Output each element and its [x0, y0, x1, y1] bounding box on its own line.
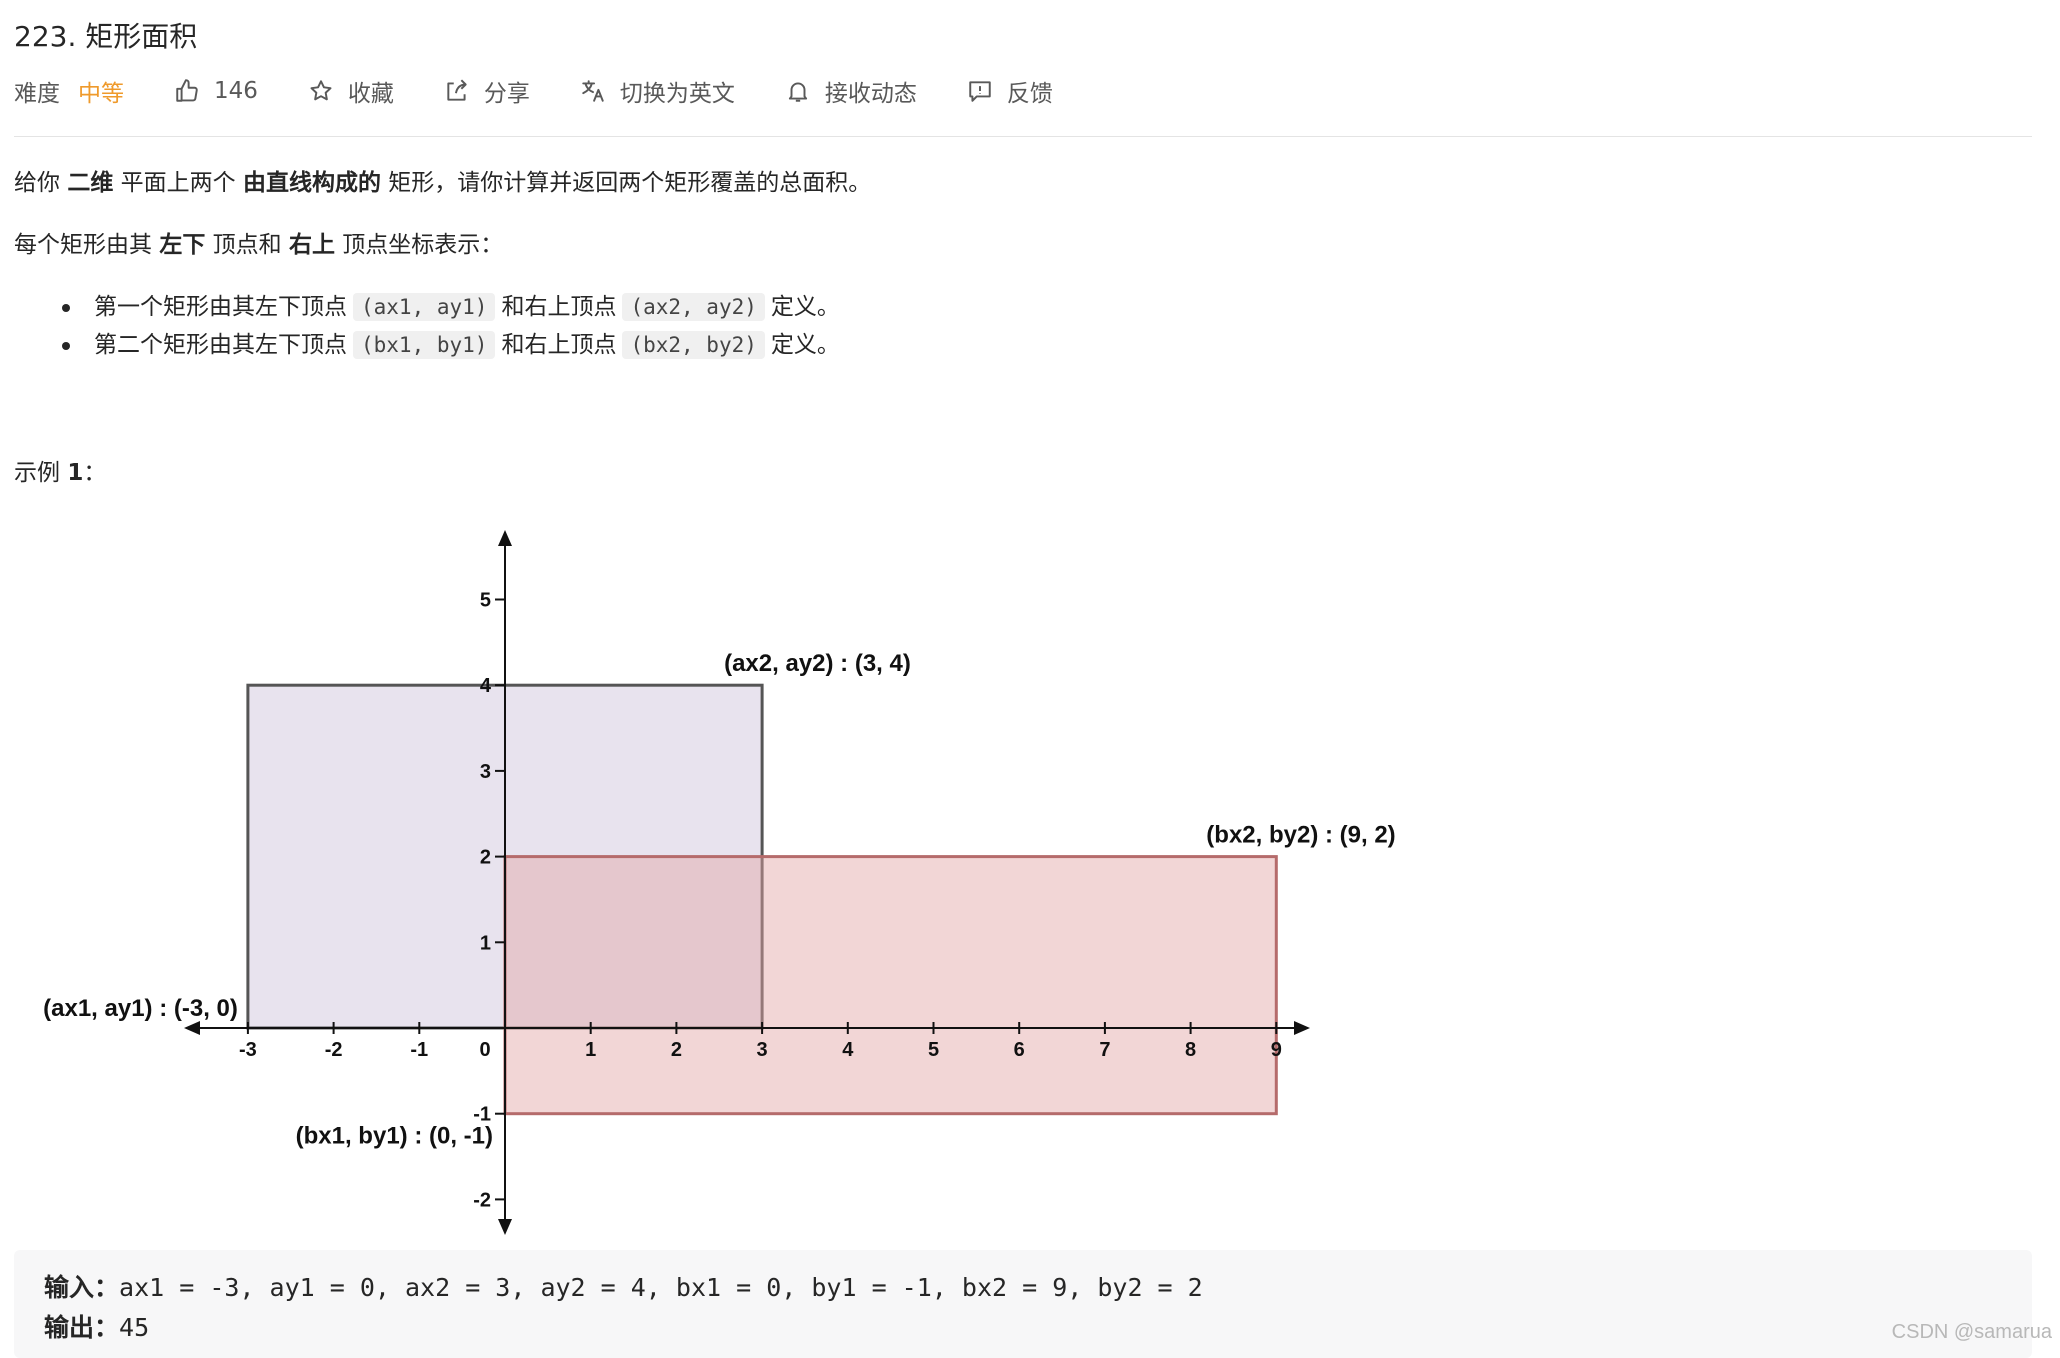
x-tick-label: 2: [671, 1039, 682, 1061]
text: 矩形，请你计算并返回两个矩形覆盖的总面积。: [380, 170, 872, 196]
y-axis-arrow-up: [498, 530, 512, 546]
y-tick-label: 4: [480, 675, 492, 697]
input-value: ax1 = -3, ay1 = 0, ax2 = 3, ay2 = 4, bx1…: [119, 1273, 1203, 1302]
inline-code: (bx2, by2): [622, 331, 765, 359]
example-io-block: 输入：ax1 = -3, ay1 = 0, ax2 = 3, ay2 = 4, …: [14, 1250, 2032, 1358]
inline-code: (bx1, by1): [353, 331, 496, 359]
x-tick-label: 3: [757, 1039, 768, 1061]
like-button[interactable]: 146: [174, 78, 258, 104]
x-tick-label: 8: [1185, 1039, 1196, 1061]
point-label-b2: (bx2, by2) : (9, 2): [1206, 822, 1395, 849]
text: 第一个矩形由其左下顶点: [94, 294, 347, 320]
difficulty-label: 难度: [14, 81, 60, 107]
y-tick-label: 3: [480, 761, 491, 783]
bell-icon: [788, 82, 808, 102]
thumbs-up-icon: [176, 79, 198, 102]
x-tick-label: 7: [1099, 1039, 1110, 1061]
subscribe-label: 接收动态: [824, 81, 917, 107]
star-icon: [310, 80, 332, 101]
feedback-button[interactable]: 反馈: [967, 74, 1053, 108]
collect-button[interactable]: 收藏: [308, 74, 394, 108]
example-title: 示例 1：: [14, 456, 106, 490]
share-button[interactable]: 分享: [444, 74, 530, 108]
y-tick-label: 2: [480, 847, 491, 869]
feedback-label: 反馈: [1006, 81, 1053, 107]
bold-text: 右上: [288, 232, 335, 258]
like-count: 146: [214, 78, 258, 104]
text: 平面上两个: [113, 170, 243, 196]
text: 定义。: [770, 294, 840, 320]
bold-text: 由直线构成的: [242, 170, 381, 196]
x-tick-label: 6: [1014, 1039, 1025, 1061]
x-tick-label: 4: [842, 1039, 854, 1061]
text: ：: [83, 460, 107, 486]
input-label: 输入：: [44, 1273, 120, 1302]
text: 给你: [14, 170, 68, 196]
text: 每个矩形由其: [14, 232, 160, 258]
output-value: 45: [119, 1313, 150, 1342]
problem-title: 223. 矩形面积: [14, 20, 198, 53]
subscribe-button[interactable]: 接收动态: [785, 74, 917, 108]
point-label-b1: (bx1, by1) : (0, -1): [296, 1123, 493, 1150]
difficulty-badge: 中等: [78, 81, 124, 107]
x-tick-label: -3: [239, 1039, 257, 1061]
rectangle-b: [503, 855, 1278, 1116]
bold-text: 左下: [159, 232, 206, 258]
text: 和右上顶点: [501, 332, 617, 358]
text: 定义。: [770, 332, 840, 358]
x-tick-label: 0: [479, 1039, 490, 1061]
example-number: 1: [67, 460, 84, 486]
text: 示例: [14, 460, 68, 486]
bold-text: 二维: [67, 170, 114, 196]
x-axis-arrow-right: [1294, 1021, 1310, 1035]
text: 和右上顶点: [501, 294, 617, 320]
text: 顶点坐标表示：: [334, 232, 504, 258]
y-axis-arrow-down: [498, 1219, 512, 1235]
translate-icon: [582, 80, 604, 102]
collect-label: 收藏: [347, 81, 394, 107]
switch-language-button[interactable]: 切换为英文: [580, 74, 735, 108]
x-tick-label: -2: [325, 1039, 343, 1061]
inline-code: (ax2, ay2): [622, 293, 765, 321]
feedback-icon: [969, 81, 991, 102]
example-input: 输入：ax1 = -3, ay1 = 0, ax2 = 3, ay2 = 4, …: [44, 1270, 1203, 1306]
description-paragraph-1: 给你 二维 平面上两个 由直线构成的 矩形，请你计算并返回两个矩形覆盖的总面积。: [14, 166, 871, 200]
y-tick-label: 1: [480, 932, 491, 954]
switch-language-label: 切换为英文: [619, 81, 735, 107]
point-label-a2: (ax2, ay2) : (3, 4): [724, 650, 911, 677]
text: 顶点和: [205, 232, 289, 258]
x-tick-label: 9: [1271, 1039, 1282, 1061]
example-diagram: -3 -2 -1 0 1 2 3 4 5 6 7 8 954321-1-2 (ax1, ay1) : (…: [43, 530, 1396, 1235]
description-paragraph-2: 每个矩形由其 左下 顶点和 右上 顶点坐标表示：: [14, 228, 503, 262]
rectangle-definition-list: 第一个矩形由其左下顶点 (ax1, ay1) 和右上顶点 (ax2, ay2) 定义。 …: [62, 288, 840, 364]
share-icon: [447, 79, 467, 101]
problem-toolbar: 难度 中等 146 收藏 分享 切换为英文 接收动态 反馈: [14, 72, 1103, 110]
list-item: 第二个矩形由其左下顶点 (bx1, by1) 和右上顶点 (bx2, by2) 定义。: [62, 326, 840, 364]
header-divider: [14, 136, 2032, 137]
list-item: 第一个矩形由其左下顶点 (ax1, ay1) 和右上顶点 (ax2, ay2) 定义。: [62, 288, 840, 326]
point-label-a1: (ax1, ay1) : (-3, 0): [43, 995, 238, 1022]
x-tick-label: 5: [928, 1039, 939, 1061]
x-axis-arrow-left: [184, 1021, 200, 1035]
share-label: 分享: [483, 81, 530, 107]
example-output: 输出：45: [44, 1310, 149, 1346]
watermark: CSDN @samarua: [1891, 1321, 2052, 1343]
inline-code: (ax1, ay1): [353, 293, 496, 321]
y-tick-label: -2: [473, 1189, 491, 1211]
text: 第二个矩形由其左下顶点: [94, 332, 347, 358]
output-label: 输出：: [44, 1313, 120, 1342]
y-tick-label: 5: [480, 590, 491, 612]
x-tick-label: -1: [410, 1039, 428, 1061]
x-tick-label: 1: [585, 1039, 596, 1061]
